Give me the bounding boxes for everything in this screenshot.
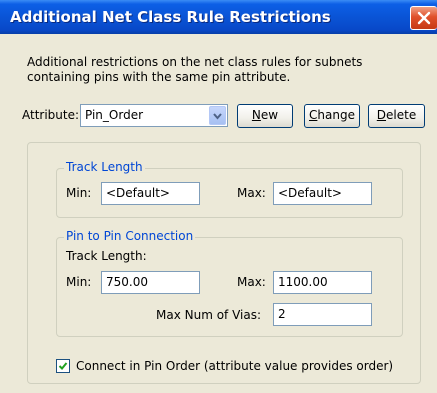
close-button[interactable] bbox=[410, 6, 437, 30]
max-vias-input[interactable]: 2 bbox=[273, 303, 372, 326]
track-length-min-label: Min: bbox=[66, 186, 92, 200]
dialog-title: Additional Net Class Rule Restrictions bbox=[10, 8, 331, 26]
new-button-mnemonic: N bbox=[251, 108, 261, 122]
pin-to-pin-track-length-label: Track Length: bbox=[66, 249, 147, 263]
pin-to-pin-max-input[interactable]: 1100.00 bbox=[273, 271, 372, 294]
connect-in-pin-order-checkbox[interactable] bbox=[56, 359, 70, 373]
change-button-label: hange bbox=[317, 108, 355, 122]
pin-to-pin-min-label: Min: bbox=[66, 275, 92, 289]
attribute-label: Attribute: bbox=[22, 108, 80, 122]
dialog-description: Additional restrictions on the net class… bbox=[27, 55, 363, 84]
title-bar[interactable]: Additional Net Class Rule Restrictions bbox=[0, 0, 437, 34]
delete-button-mnemonic: D bbox=[376, 108, 387, 122]
chevron-down-icon bbox=[213, 113, 222, 120]
track-length-min-input[interactable]: <Default> bbox=[101, 182, 200, 205]
dropdown-button[interactable] bbox=[209, 106, 226, 125]
checkmark-icon bbox=[58, 362, 68, 370]
new-button-label: ew bbox=[260, 108, 279, 122]
new-button[interactable]: New bbox=[237, 104, 293, 128]
pin-to-pin-max-label: Max: bbox=[237, 275, 266, 289]
close-icon bbox=[417, 11, 431, 25]
dialog-window: Additional Net Class Rule Restrictions A… bbox=[0, 0, 437, 393]
track-length-group-title: Track Length bbox=[64, 160, 145, 174]
attribute-selected-value: Pin_Order bbox=[85, 108, 144, 122]
change-button[interactable]: Change bbox=[304, 104, 360, 128]
delete-button-label: elete bbox=[386, 108, 417, 122]
pin-to-pin-min-input[interactable]: 750.00 bbox=[101, 271, 200, 294]
delete-button[interactable]: Delete bbox=[368, 104, 425, 128]
track-length-max-input[interactable]: <Default> bbox=[273, 182, 372, 205]
track-length-max-label: Max: bbox=[237, 186, 266, 200]
pin-to-pin-group-title: Pin to Pin Connection bbox=[64, 229, 196, 243]
connect-in-pin-order-label[interactable]: Connect in Pin Order (attribute value pr… bbox=[76, 359, 393, 373]
max-vias-label: Max Num of Vias: bbox=[156, 308, 262, 322]
attribute-select[interactable]: Pin_Order bbox=[80, 104, 228, 127]
